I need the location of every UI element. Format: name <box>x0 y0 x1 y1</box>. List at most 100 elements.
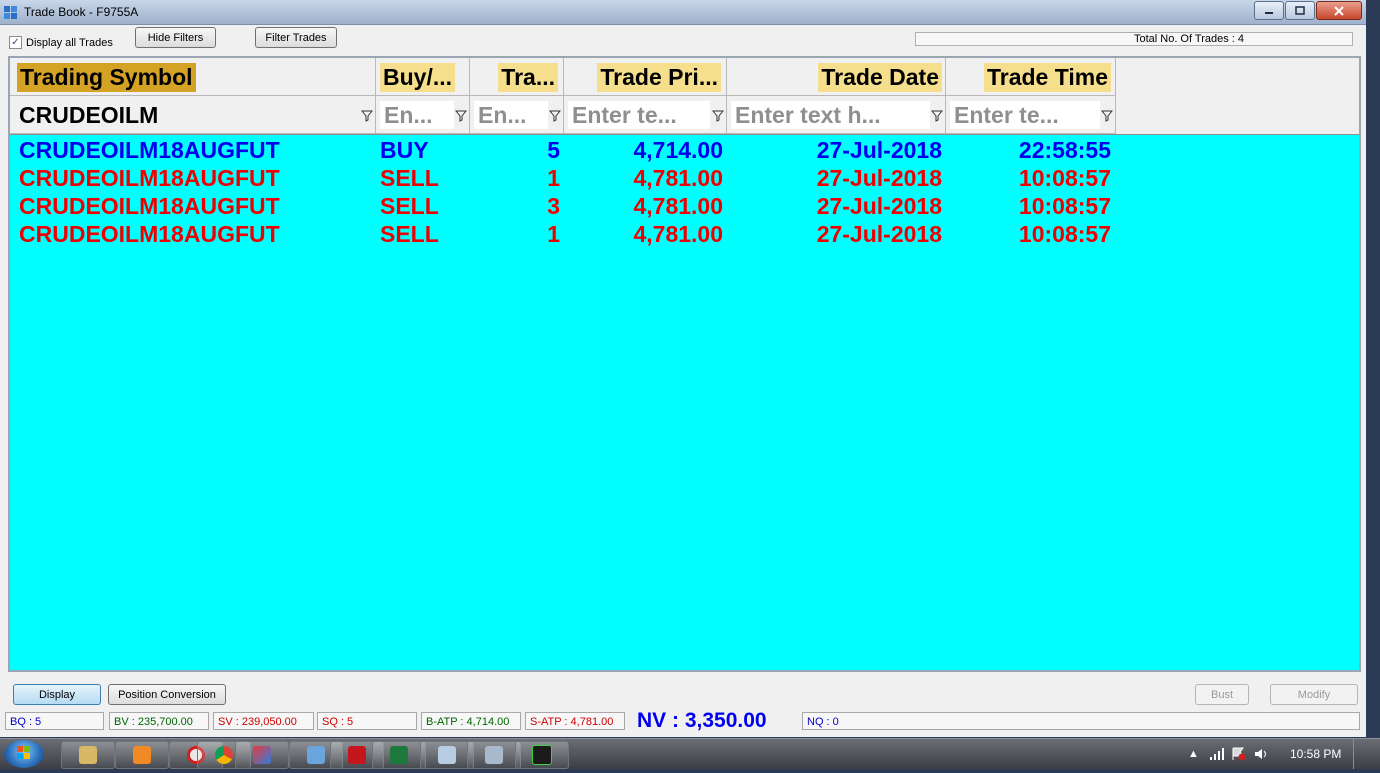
header-label: Tra... <box>498 63 558 92</box>
position-conversion-button[interactable]: Position Conversion <box>108 684 226 705</box>
taskbar-clock[interactable]: 10:58 PM <box>1290 747 1341 761</box>
column-header-trade-price[interactable]: Trade Pri... <box>564 58 727 96</box>
excel-icon <box>390 746 408 764</box>
close-icon <box>1334 5 1344 16</box>
start-button[interactable] <box>4 740 44 768</box>
filter-cell-buy-sell[interactable]: En... <box>376 96 470 134</box>
display-all-trades-checkbox[interactable]: ✓ Display all Trades <box>9 36 113 49</box>
action-center-flag-icon[interactable] <box>1231 747 1247 761</box>
cell-trade-price: 4,781.00 <box>633 193 723 219</box>
header-label: Trading Symbol <box>17 63 196 92</box>
filter-funnel-icon[interactable] <box>455 110 467 122</box>
filter-cell-trade-price[interactable]: Enter te... <box>564 96 727 134</box>
title-bar: Trade Book - F9755A <box>0 0 1366 25</box>
cell-trade-time: 10:08:57 <box>1018 193 1111 219</box>
column-header-trade-qty[interactable]: Tra... <box>470 58 564 96</box>
filter-input-trading-symbol[interactable]: CRUDEOILM <box>15 101 359 129</box>
cell-trade-time: 10:08:57 <box>1018 165 1111 191</box>
filter-input-trade-qty[interactable]: En... <box>474 101 548 129</box>
filter-cell-trading-symbol[interactable]: CRUDEOILM <box>10 96 376 134</box>
display-button[interactable]: Display <box>13 684 101 705</box>
cell-trading-symbol: CRUDEOILM18AUGFUT <box>19 221 280 247</box>
window-icon <box>438 746 456 764</box>
filter-input-trade-time[interactable]: Enter te... <box>950 101 1100 129</box>
cell-trading-symbol: CRUDEOILM18AUGFUT <box>19 165 280 191</box>
taskbar-media-player[interactable] <box>115 741 169 769</box>
system-tray: ▲ <box>1188 739 1269 769</box>
taskbar-window[interactable] <box>420 741 474 769</box>
status-sv: SV : 239,050.00 <box>213 712 314 730</box>
media-player-icon <box>133 746 151 764</box>
cell-trade-price: 4,714.00 <box>633 137 723 163</box>
maximize-button[interactable] <box>1285 1 1315 20</box>
column-header-trading-symbol[interactable]: Trading Symbol <box>10 58 376 96</box>
chrome-icon <box>215 746 233 764</box>
filter-funnel-icon[interactable] <box>712 110 724 122</box>
signal-icon[interactable] <box>1209 747 1225 761</box>
filter-funnel-icon[interactable] <box>549 110 561 122</box>
cell-buy-sell: SELL <box>380 165 439 191</box>
column-header-trade-date[interactable]: Trade Date <box>727 58 946 96</box>
cell-trade-qty: 5 <box>547 137 560 163</box>
filter-input-buy-sell[interactable]: En... <box>380 101 454 129</box>
table-row[interactable]: CRUDEOILM18AUGFUT SELL 1 4,781.00 27-Jul… <box>10 220 1359 248</box>
cell-trade-qty: 1 <box>547 221 560 247</box>
table-row[interactable]: CRUDEOILM18AUGFUT BUY 5 4,714.00 27-Jul-… <box>10 136 1359 164</box>
header-label: Trade Time <box>983 63 1111 92</box>
taskbar-trading-app[interactable] <box>515 741 569 769</box>
filter-cell-trade-time[interactable]: Enter te... <box>946 96 1116 134</box>
bust-button[interactable]: Bust <box>1195 684 1249 705</box>
trade-grid[interactable]: Trading Symbol Buy/... Tra... Trade Pri.… <box>8 56 1361 672</box>
cell-trade-date: 27-Jul-2018 <box>816 165 942 191</box>
show-desktop-button[interactable] <box>1353 739 1366 769</box>
windows-logo-icon <box>17 746 30 759</box>
cell-trading-symbol: CRUDEOILM18AUGFUT <box>19 137 280 163</box>
status-nq: NQ : 0 <box>802 712 1360 730</box>
status-sq: SQ : 5 <box>317 712 417 730</box>
filter-funnel-icon[interactable] <box>361 110 373 122</box>
cell-trade-qty: 1 <box>547 165 560 191</box>
maximize-icon <box>1295 6 1305 15</box>
header-label: Trade Pri... <box>597 63 721 92</box>
table-row[interactable]: CRUDEOILM18AUGFUT SELL 1 4,781.00 27-Jul… <box>10 164 1359 192</box>
cell-buy-sell: BUY <box>380 137 429 163</box>
filter-cell-trade-qty[interactable]: En... <box>470 96 564 134</box>
filter-input-trade-date[interactable]: Enter text h... <box>731 101 930 129</box>
window-title: Trade Book - F9755A <box>24 5 139 19</box>
vpn-icon <box>253 746 271 764</box>
status-nv: NV : 3,350.00 <box>637 709 767 732</box>
cell-trade-time: 22:58:55 <box>1018 137 1111 163</box>
checkbox-check-icon[interactable]: ✓ <box>9 36 22 49</box>
app-icon <box>4 6 17 19</box>
status-bq: BQ : 5 <box>5 712 104 730</box>
filter-cell-trade-date[interactable]: Enter text h... <box>727 96 946 134</box>
column-header-buy-sell[interactable]: Buy/... <box>376 58 470 96</box>
minimize-button[interactable] <box>1254 1 1284 20</box>
grid-filter-row: CRUDEOILM En... En... Enter te... Enter … <box>10 96 1359 135</box>
column-header-trade-time[interactable]: Trade Time <box>946 58 1116 96</box>
cell-trade-date: 27-Jul-2018 <box>816 193 942 219</box>
table-row[interactable]: CRUDEOILM18AUGFUT SELL 3 4,781.00 27-Jul… <box>10 192 1359 220</box>
status-bar: BQ : 5 BV : 235,700.00 SV : 239,050.00 S… <box>5 709 1360 732</box>
cell-buy-sell: SELL <box>380 221 439 247</box>
close-button[interactable] <box>1316 1 1362 20</box>
grid-header-row: Trading Symbol Buy/... Tra... Trade Pri.… <box>10 58 1359 96</box>
hide-filters-button[interactable]: Hide Filters <box>135 27 216 48</box>
trade-book-panel: ✓ Display all Trades Hide Filters Filter… <box>0 25 1366 737</box>
filter-input-trade-price[interactable]: Enter te... <box>568 101 710 129</box>
taskbar-explorer[interactable] <box>61 741 115 769</box>
cell-trade-price: 4,781.00 <box>633 221 723 247</box>
explorer-icon <box>79 746 97 764</box>
filter-funnel-icon[interactable] <box>1101 110 1113 122</box>
tray-expand-icon[interactable]: ▲ <box>1188 748 1199 760</box>
filter-funnel-icon[interactable] <box>931 110 943 122</box>
total-trades-text: Total No. Of Trades : 4 <box>1133 33 1245 45</box>
taskbar-excel[interactable] <box>372 741 426 769</box>
modify-button[interactable]: Modify <box>1270 684 1358 705</box>
filter-trades-button[interactable]: Filter Trades <box>255 27 337 48</box>
taskbar-vpn[interactable] <box>235 741 289 769</box>
volume-icon[interactable] <box>1253 747 1269 761</box>
pdf-icon <box>348 746 366 764</box>
taskbar-calculator[interactable] <box>467 741 521 769</box>
cell-trade-price: 4,781.00 <box>633 165 723 191</box>
